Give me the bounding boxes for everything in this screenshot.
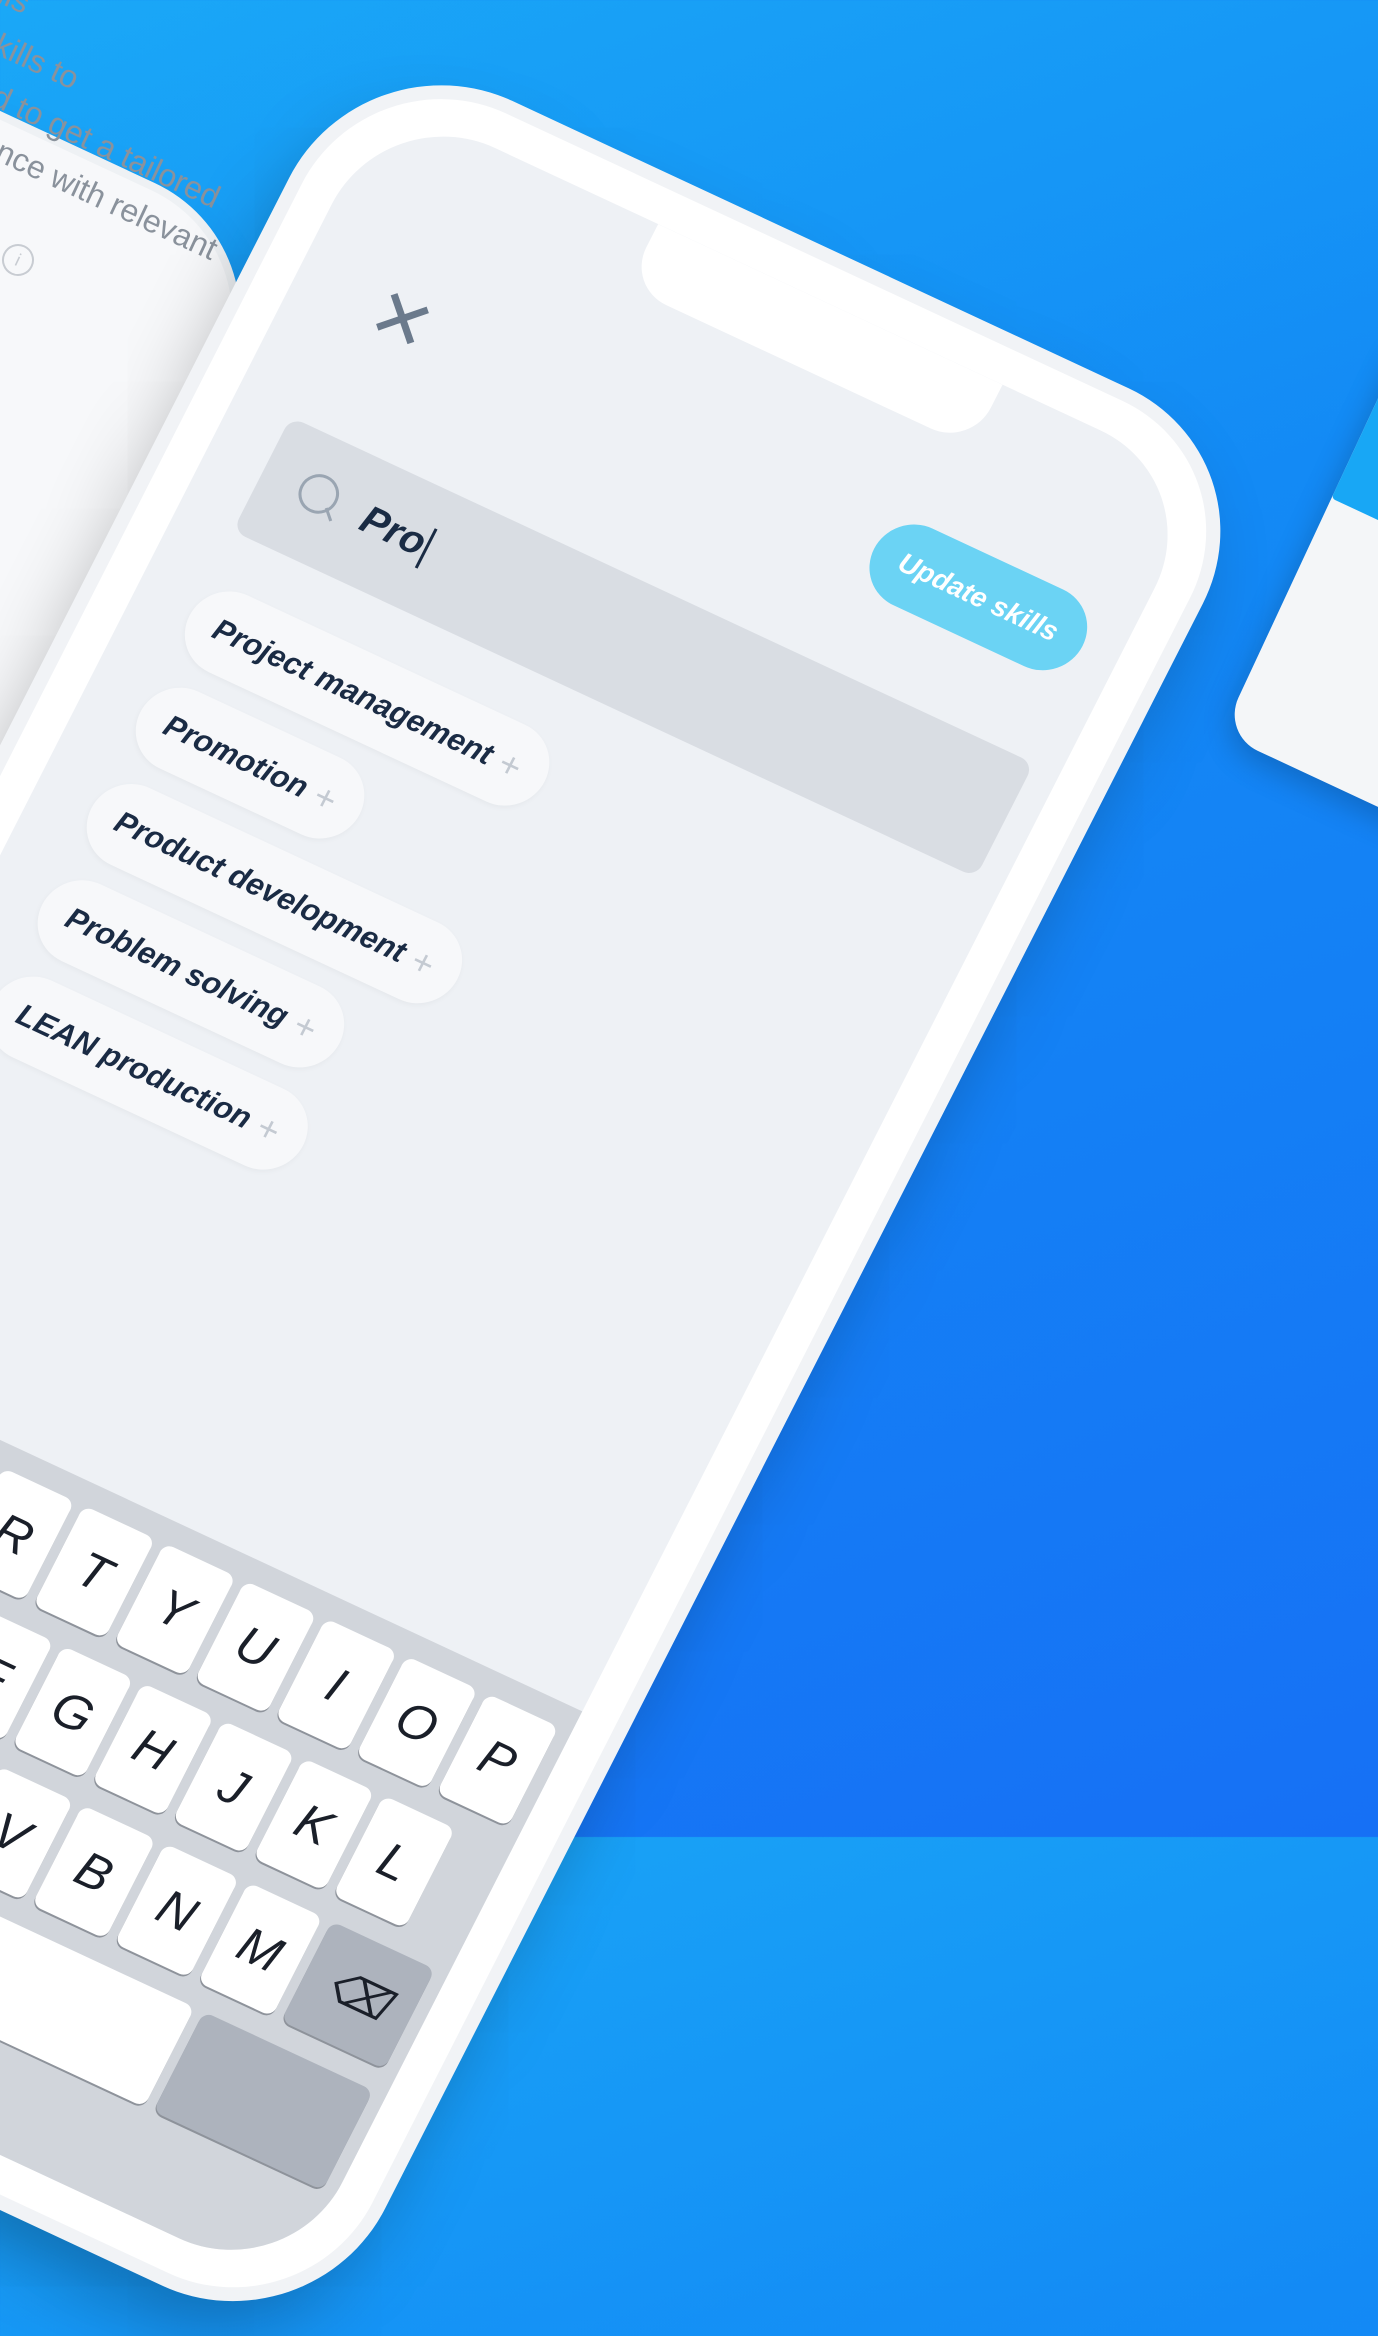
plus-icon[interactable]: + bbox=[286, 1004, 324, 1050]
close-icon[interactable]: ✕ bbox=[354, 270, 449, 370]
plus-icon[interactable]: + bbox=[249, 1106, 288, 1152]
suggestion-label: Promotion bbox=[158, 707, 315, 805]
plus-icon[interactable]: + bbox=[491, 742, 529, 788]
update-skills-button[interactable]: Update skills bbox=[854, 510, 1103, 685]
phone-screen: ✕ Update skills Pro Project management +… bbox=[0, 97, 1210, 2290]
on-screen-keyboard: Q W E R T Y U I O P A S D F G H J K L bbox=[0, 1327, 583, 2290]
plus-icon[interactable]: + bbox=[306, 775, 344, 821]
background-phone-accent bbox=[1331, 389, 1378, 533]
search-input[interactable]: Pro bbox=[352, 497, 438, 569]
plus-icon[interactable]: + bbox=[403, 940, 442, 986]
background-phone-right bbox=[1221, 317, 1378, 903]
skill-suggestions: Project management + Promotion + Product… bbox=[0, 577, 575, 1229]
search-icon bbox=[291, 467, 346, 521]
phone-notch bbox=[626, 224, 1003, 448]
